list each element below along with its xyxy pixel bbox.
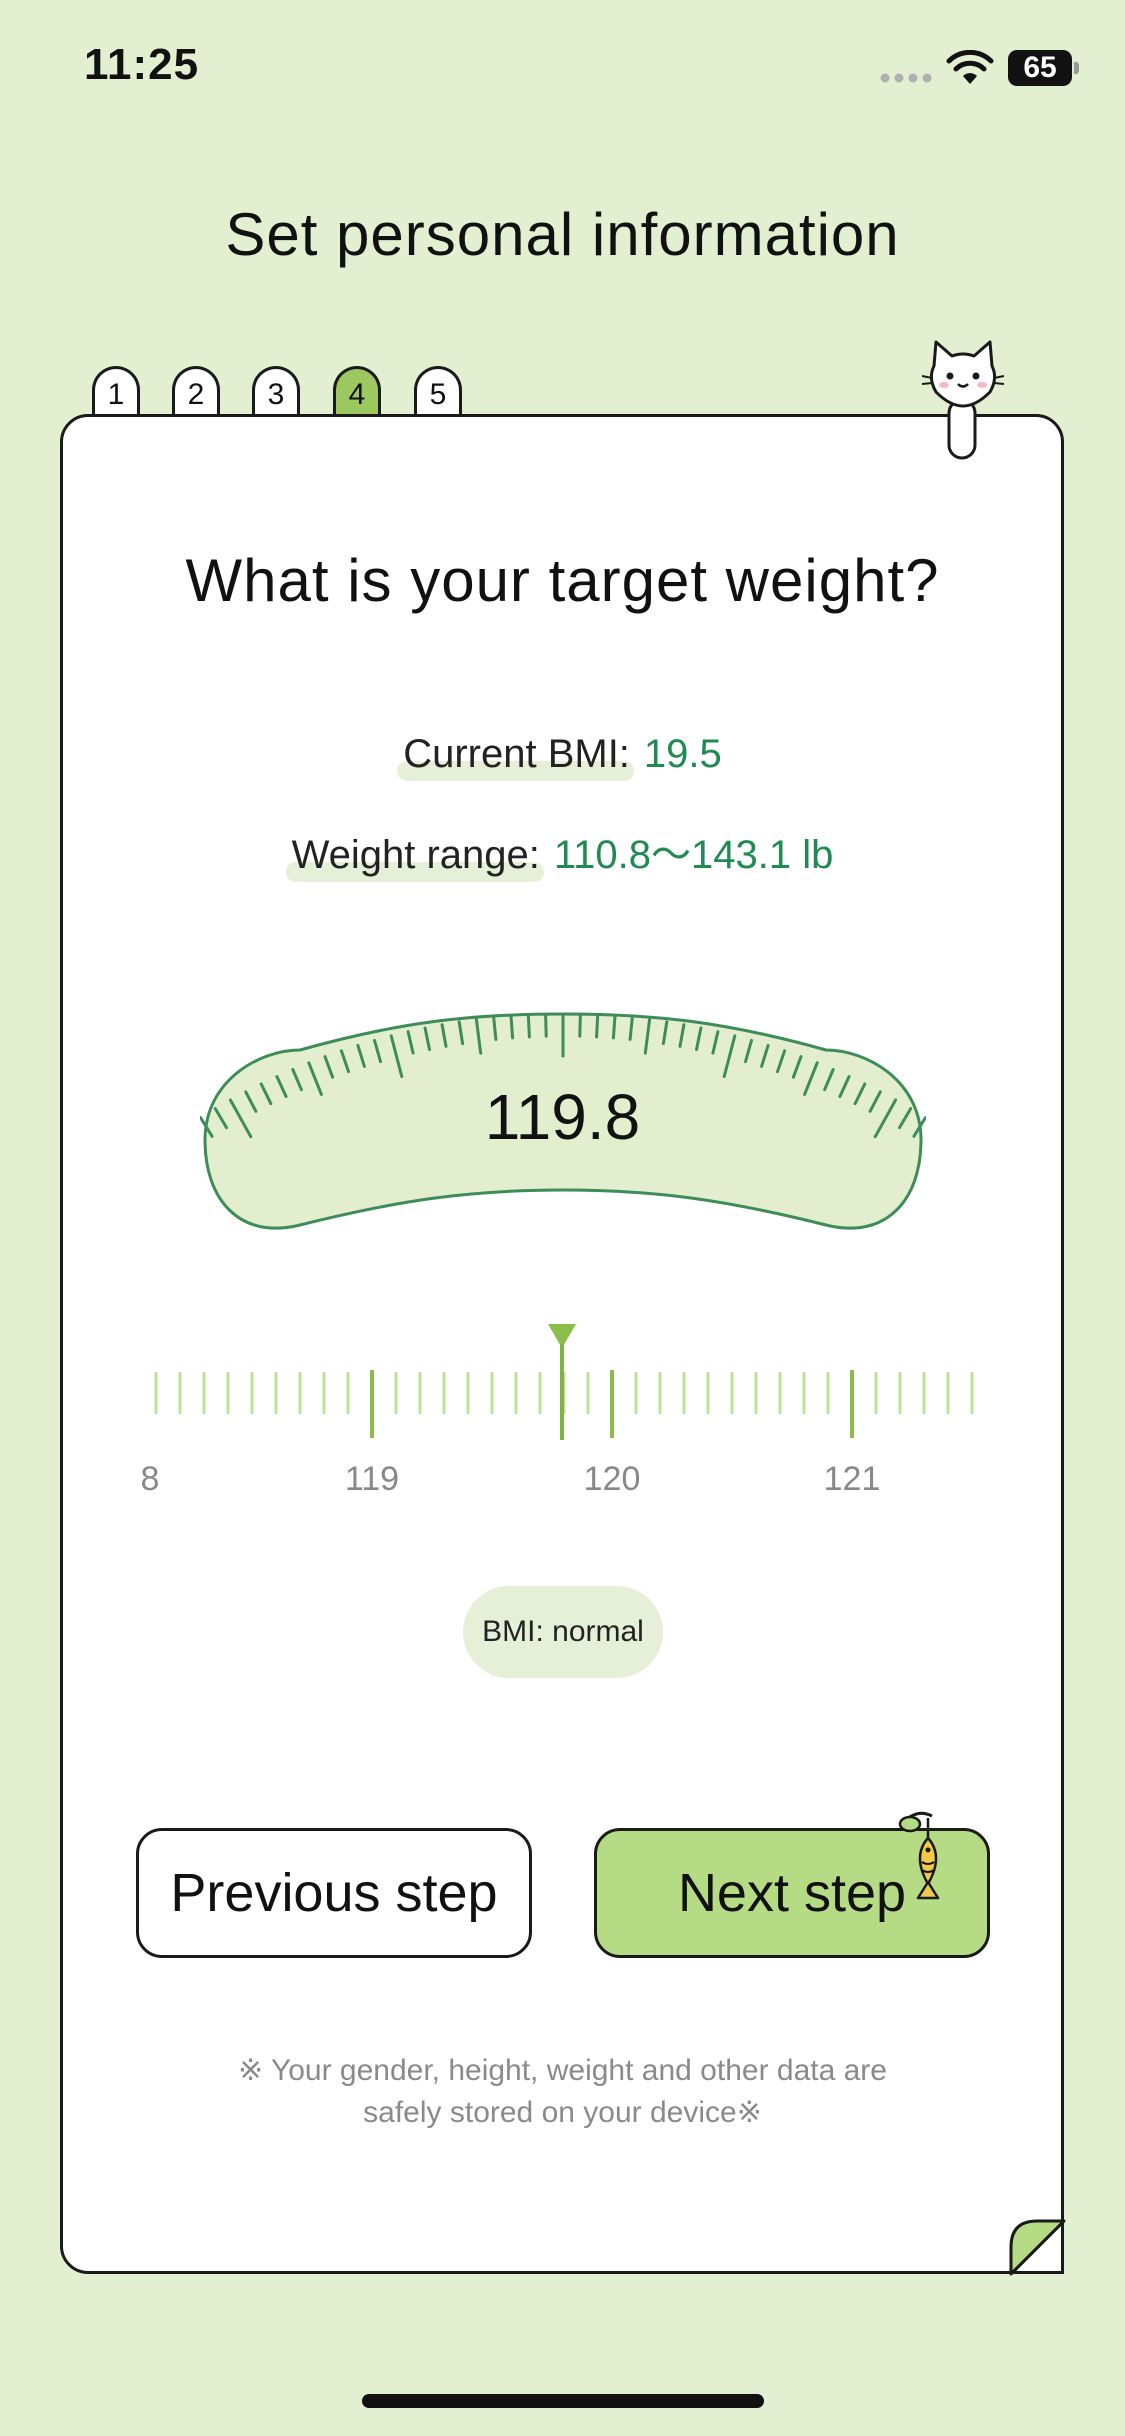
page-curl-corner bbox=[1009, 2219, 1066, 2276]
current-bmi-row: Current BMI: 19.5 bbox=[0, 732, 1125, 781]
cat-mascot-icon bbox=[921, 340, 1005, 460]
question-heading: What is your target weight? bbox=[185, 547, 940, 614]
step-tab-5[interactable]: 5 bbox=[414, 366, 462, 416]
ruler-label: 8 bbox=[140, 1460, 160, 1498]
selected-weight-display: 119.8 bbox=[484, 1081, 641, 1153]
status-bar: 11:25 65 bbox=[0, 0, 1125, 140]
cellular-signal-icon bbox=[880, 73, 932, 83]
current-bmi-label: Current BMI: bbox=[403, 732, 630, 776]
status-time: 11:25 bbox=[84, 40, 200, 89]
footnote-line-2: safely stored on your device※ bbox=[363, 2096, 762, 2129]
current-bmi-value: 19.5 bbox=[643, 732, 722, 776]
step-tab-2[interactable]: 2 bbox=[172, 366, 220, 416]
weight-ruler-slider[interactable]: 8 119 120 121 bbox=[141, 1320, 980, 1500]
footnote-line-1: ※ Your gender, height, weight and other … bbox=[238, 2054, 887, 2087]
dial-tick bbox=[526, 1013, 531, 1039]
weight-range-value: 110.8～143.1 lb bbox=[553, 833, 834, 877]
privacy-footnote: ※ Your gender, height, weight and other … bbox=[0, 2050, 1125, 2134]
dial-tick bbox=[544, 1012, 548, 1038]
step-tab-3[interactable]: 3 bbox=[252, 366, 300, 416]
wifi-icon bbox=[946, 50, 994, 84]
dial-tick bbox=[611, 1014, 617, 1040]
step-tab-4-active[interactable]: 4 bbox=[333, 366, 381, 416]
fish-icon bbox=[898, 1811, 940, 1900]
ruler-label: 119 bbox=[344, 1460, 400, 1498]
ruler-ticks bbox=[154, 1324, 974, 1440]
bmi-status-badge: BMI: normal bbox=[463, 1586, 663, 1678]
battery-icon: 65 bbox=[1008, 50, 1080, 86]
ruler-label: 121 bbox=[823, 1460, 881, 1498]
dial-tick bbox=[578, 1012, 582, 1038]
step-tab-1[interactable]: 1 bbox=[92, 366, 140, 416]
page-title: Set personal information bbox=[225, 201, 900, 268]
battery-level: 65 bbox=[1023, 51, 1057, 84]
weight-range-row: Weight range: 110.8～143.1 lb bbox=[0, 822, 1125, 882]
previous-step-button[interactable]: Previous step bbox=[136, 1828, 532, 1958]
dial-tick bbox=[595, 1013, 600, 1039]
home-indicator[interactable] bbox=[362, 2394, 764, 2408]
ruler-label: 120 bbox=[583, 1460, 641, 1498]
dial-tick bbox=[509, 1014, 515, 1040]
weight-range-label: Weight range: bbox=[291, 833, 540, 877]
